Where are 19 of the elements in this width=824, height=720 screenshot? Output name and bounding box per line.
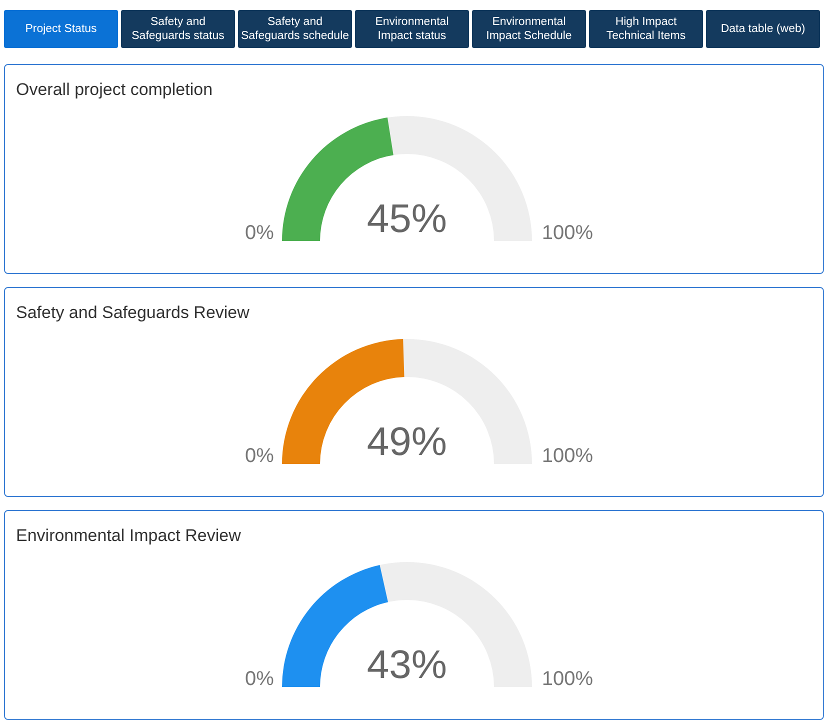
tab[interactable]: Environmental Impact status (355, 10, 469, 48)
max-label: 100% (542, 446, 594, 466)
gauge-title: Safety and Safeguards Review (15, 302, 250, 324)
tab[interactable]: High Impact Technical Items (589, 10, 703, 48)
max-label: 100% (542, 669, 594, 689)
gauge-title: Overall project completion (15, 79, 214, 100)
min-label: 0% (244, 669, 274, 689)
gauge-value: 49% (366, 422, 447, 462)
tab[interactable]: Environmental Impact Schedule (472, 10, 586, 48)
gauge-title: Environmental Impact Review (15, 525, 242, 546)
max-label: 100% (542, 223, 594, 243)
tab[interactable]: Data table (web) (706, 10, 820, 48)
gauge-value: 43% (366, 645, 447, 685)
tab[interactable]: Safety and Safeguards status (121, 10, 235, 48)
tab[interactable]: Project Status (4, 10, 118, 48)
gauge-value: 45% (366, 199, 447, 239)
min-label: 0% (244, 223, 274, 243)
tab[interactable]: Safety and Safeguards schedule (238, 10, 352, 48)
min-label: 0% (244, 446, 274, 466)
